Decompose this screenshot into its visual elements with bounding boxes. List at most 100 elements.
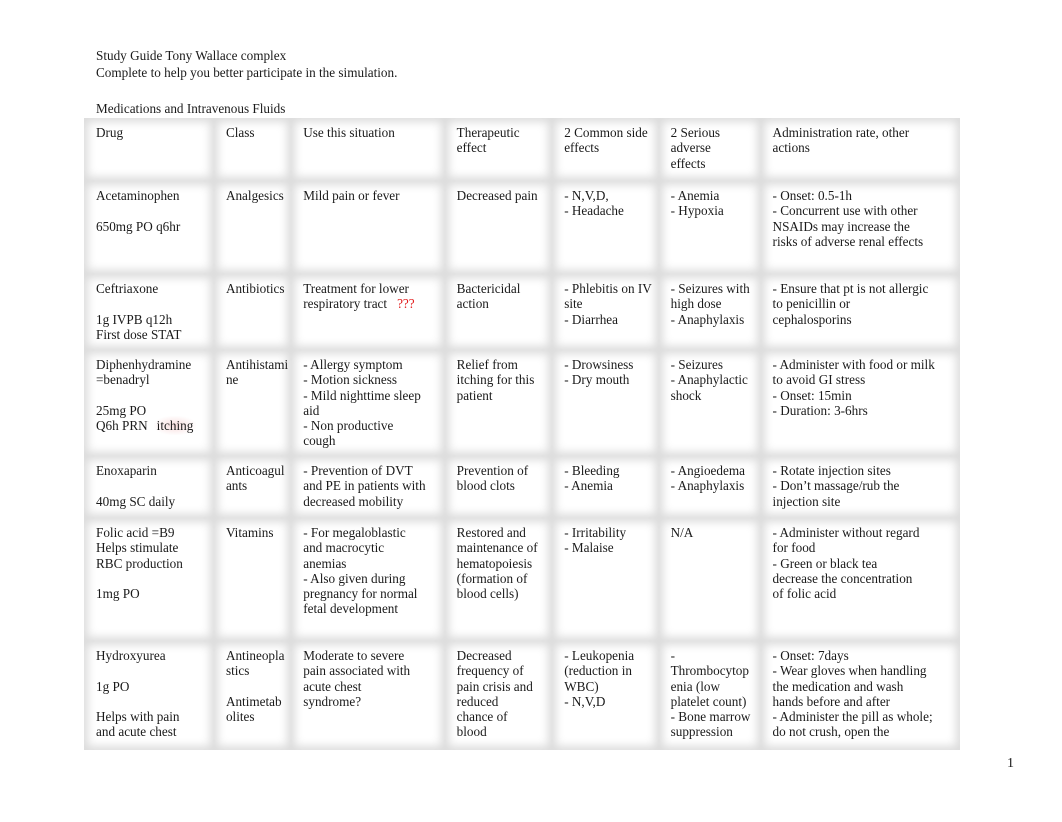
therapeutic-effect-cell: Decreased frequency of pain crisis and r… [444,641,553,750]
class-text: Anticoagul ants [225,463,285,494]
therapeutic-effect-text: Restored and maintenance of hematopoiesi… [456,525,538,602]
therapeutic-effect-cell: Bactericidal action [444,274,553,350]
serious-adverse-effects-text: - Seizures with high dose - Anaphylaxis [670,281,750,327]
common-side-effects-cell: - N,V,D, - Headache [552,181,659,274]
table-row: Ceftriaxone 1g IVPB q12h First dose STAT… [84,274,960,350]
drug-cell: Hydroxyurea 1g PO Helps with pain and ac… [84,641,214,750]
section-heading: Medications and Intravenous Fluids [96,101,286,116]
drug-text: Ceftriaxone 1g IVPB q12h First dose STAT [96,281,182,342]
administration-text: - Administer with food or milk to avoid … [772,357,935,418]
drug-cell: Diphenhydramine =benadryl 25mg PO Q6h PR… [84,350,214,456]
use-text: Treatment for lower respiratory tract [303,281,409,312]
table-row: Folic acid =B9 Helps stimulate RBC produ… [84,518,960,641]
question-note: ??? [397,296,415,312]
column-header: Administration rate, other actions [760,118,960,181]
class-text: Antibiotics [225,281,285,296]
serious-adverse-effects-cell: - Angioedema - Anaphylaxis [658,456,761,518]
document-subtitle: Complete to help you better participate … [96,65,398,80]
use-cell: - Allergy symptom - Motion sickness - Mi… [291,350,445,456]
therapeutic-effect-text: Relief from itching for this patient [456,357,535,403]
common-side-effects-cell: - Phlebitis on IV site - Diarrhea [552,274,659,350]
common-side-effects-text: - Leukopenia (reduction in WBC) - N,V,D [564,648,635,709]
use-text: - For megaloblastic and macrocytic anemi… [303,525,418,617]
class-cell: Analgesics [213,181,292,274]
common-side-effects-text: - Bleeding - Anemia [564,463,620,494]
therapeutic-effect-cell: Decreased pain [444,181,553,274]
drug-text: Hydroxyurea 1g PO Helps with pain and ac… [96,648,180,740]
use-cell: Treatment for lower respiratory tract??? [291,274,445,350]
class-cell: Antibiotics [213,274,292,350]
common-side-effects-text: - N,V,D, - Headache [564,188,624,219]
page-number: 1 [1007,756,1014,771]
drug-text: Acetaminophen 650mg PO q6hr [96,188,181,234]
table-row: Acetaminophen 650mg PO q6hr Analgesics Mil… [84,181,960,274]
serious-adverse-effects-cell: N/A [658,518,761,641]
class-text: Antihistami ne [225,357,289,388]
therapeutic-effect-text: Bactericidal action [456,281,521,312]
administration-text: - Onset: 7days - Wear gloves when handli… [772,648,933,740]
use-cell: - Prevention of DVT and PE in patients w… [291,456,445,518]
highlighted-note: itching [153,416,197,436]
class-text: Antineopla stics Antimetab olites [225,648,285,725]
use-text: Moderate to severe pain associated with … [303,648,411,709]
class-cell: Vitamins [213,518,292,641]
administration-cell: - Onset: 7days - Wear gloves when handli… [760,641,960,750]
drug-text: Folic acid =B9 Helps stimulate RBC produ… [96,525,183,602]
serious-adverse-effects-text: - Anemia - Hypoxia [670,188,724,219]
therapeutic-effect-cell: Prevention of blood clots [444,456,553,518]
therapeutic-effect-text: Decreased frequency of pain crisis and r… [456,648,533,740]
column-header: Class [213,118,292,181]
column-header: 2 Serious adverse effects [658,118,761,181]
therapeutic-effect-cell: Relief from itching for this patient [444,350,553,456]
serious-adverse-effects-cell: - Anemia - Hypoxia [658,181,761,274]
administration-text: - Administer without regard for food - G… [772,525,920,602]
use-cell: Moderate to severe pain associated with … [291,641,445,750]
serious-adverse-effects-cell: - Thrombocytop enia (low platelet count)… [658,641,761,750]
common-side-effects-cell: - Bleeding - Anemia [552,456,659,518]
use-text: - Prevention of DVT and PE in patients w… [303,463,426,509]
administration-cell: - Onset: 0.5-1h - Concurrent use with ot… [760,181,960,274]
table-header-row: Drug Class Use this situation Therapeuti… [84,118,960,181]
administration-cell: - Administer with food or milk to avoid … [760,350,960,456]
administration-cell: - Rotate injection sites - Don’t massage… [760,456,960,518]
column-header: 2 Common side effects [552,118,659,181]
common-side-effects-cell: - Leukopenia (reduction in WBC) - N,V,D [552,641,659,750]
class-cell: Antihistami ne [213,350,292,456]
class-cell: Anticoagul ants [213,456,292,518]
drug-text: Enoxaparin 40mg SC daily [96,463,176,509]
administration-text: - Rotate injection sites - Don’t massage… [772,463,900,509]
common-side-effects-cell: - Drowsiness - Dry mouth [552,350,659,456]
column-header: Use this situation [291,118,445,181]
document-title: Study Guide Tony Wallace complex [96,48,287,63]
serious-adverse-effects-cell: - Seizures - Anaphylactic shock [658,350,761,456]
drug-cell: Ceftriaxone 1g IVPB q12h First dose STAT [84,274,214,350]
class-text: Vitamins [225,525,274,540]
table-row: Hydroxyurea 1g PO Helps with pain and ac… [84,641,960,750]
administration-cell: - Administer without regard for food - G… [760,518,960,641]
therapeutic-effect-text: Decreased pain [456,188,538,203]
common-side-effects-text: - Drowsiness - Dry mouth [564,357,634,388]
therapeutic-effect-cell: Restored and maintenance of hematopoiesi… [444,518,553,641]
serious-adverse-effects-text: N/A [670,525,694,540]
administration-cell: - Ensure that pt is not allergic to peni… [760,274,960,350]
serious-adverse-effects-text: - Angioedema - Anaphylaxis [670,463,745,494]
use-cell: Mild pain or fever [291,181,445,274]
administration-text: - Ensure that pt is not allergic to peni… [772,281,929,327]
therapeutic-effect-text: Prevention of blood clots [456,463,529,494]
medications-table: Drug Class Use this situation Therapeuti… [84,118,960,750]
serious-adverse-effects-cell: - Seizures with high dose - Anaphylaxis [658,274,761,350]
common-side-effects-text: - Irritability - Malaise [564,525,627,556]
use-cell: - For megaloblastic and macrocytic anemi… [291,518,445,641]
drug-cell: Acetaminophen 650mg PO q6hr [84,181,214,274]
common-side-effects-cell: - Irritability - Malaise [552,518,659,641]
drug-cell: Folic acid =B9 Helps stimulate RBC produ… [84,518,214,641]
class-text: Analgesics [225,188,284,203]
table-row: Enoxaparin 40mg SC daily Anticoagul ants -… [84,456,960,518]
use-text: Mild pain or fever [303,188,400,203]
class-cell: Antineopla stics Antimetab olites [213,641,292,750]
serious-adverse-effects-text: - Seizures - Anaphylactic shock [670,357,748,403]
serious-adverse-effects-text: - Thrombocytop enia (low platelet count)… [670,648,751,740]
administration-text: - Onset: 0.5-1h - Concurrent use with ot… [772,188,924,249]
use-text: - Allergy symptom - Motion sickness - Mi… [303,357,421,449]
drug-cell: Enoxaparin 40mg SC daily [84,456,214,518]
